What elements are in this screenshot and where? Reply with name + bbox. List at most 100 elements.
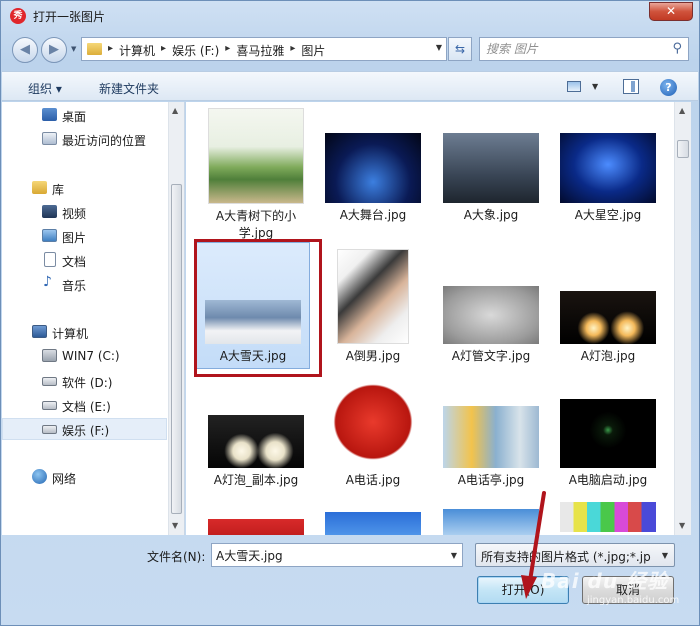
nav-item-videos[interactable]: 视频 [2,201,167,223]
help-button[interactable]: ? [660,79,677,96]
file-name: A大舞台.jpg [339,208,407,222]
file-tile[interactable]: A大青树下的小 学.jpg [200,108,312,242]
nav-item-libraries[interactable]: 库 [2,177,167,199]
breadcrumb-separator-icon[interactable]: ▸ [290,42,295,59]
refresh-button[interactable]: ⇆ [448,37,472,61]
nav-item-label: 文档 (E:) [62,400,111,414]
nav-item-network[interactable]: 网络 [2,466,167,488]
file-tile[interactable]: A大象.jpg [435,133,547,224]
nav-item-music[interactable]: ♪ 音乐 [2,273,167,295]
file-thumbnail [337,249,409,344]
file-tile[interactable]: A倒男.jpg [317,249,429,365]
file-name: A灯泡_副本.jpg [213,473,299,487]
file-name: A灯管文字.jpg [451,349,531,363]
command-toolbar: 组织 ▾ 新建文件夹 ▼ ? [2,71,698,101]
nav-item-drive-c[interactable]: WIN7 (C:) [2,345,167,367]
nav-pane-scrollbar[interactable]: ▲ ▼ [168,102,184,535]
file-tile[interactable] [435,509,547,535]
nav-item-label: 图片 [62,231,87,245]
scrollbar-thumb[interactable] [171,184,182,514]
file-type-filter[interactable]: 所有支持的图片格式 (*.jpg;*.jp ▼ [475,543,675,567]
desktop-icon [42,108,57,121]
navigation-pane: 桌面 最近访问的位置 库 视频 图片 文档 ♪ 音乐 计算机 WIN7 (C:)… [2,102,185,535]
new-folder-button[interactable]: 新建文件夹 [99,80,159,97]
file-thumbnail [443,286,539,344]
file-name: A大青树下的小 学.jpg [215,209,297,240]
nav-item-label: 最近访问的位置 [62,134,147,148]
libraries-folder-icon [32,181,47,194]
scrollbar-thumb[interactable] [677,140,689,158]
filename-field[interactable] [216,547,436,563]
nav-item-drive-f[interactable]: 娱乐 (F:) [2,418,167,440]
close-button[interactable]: ✕ [649,2,693,21]
change-view-icon[interactable] [567,81,581,92]
file-thumbnail [208,415,304,468]
nav-item-pictures[interactable]: 图片 [2,225,167,247]
search-box[interactable]: ⚲ [479,37,689,61]
address-bar[interactable]: ▸ 计算机 ▸ 娱乐 (F:) ▸ 喜马拉雅 ▸ 图片 ▼ [81,37,447,61]
filter-dropdown-icon[interactable]: ▼ [662,551,668,560]
file-tile[interactable]: A电话.jpg [317,376,429,489]
breadcrumb-himalaya[interactable]: 喜马拉雅 [236,42,284,59]
file-tile[interactable]: A灯泡.jpg [552,291,664,365]
window-title: 打开一张图片 [33,10,106,24]
file-list-scrollbar[interactable]: ▲ ▼ [674,102,691,535]
file-thumbnail [560,291,656,344]
forward-arrow-icon: ▶ [49,42,59,57]
back-button[interactable]: ◀ [12,37,38,63]
file-tile[interactable] [552,502,664,532]
file-name: A大象.jpg [463,208,519,222]
filename-dropdown-icon[interactable]: ▼ [451,551,457,560]
nav-item-computer[interactable]: 计算机 [2,321,167,343]
file-name: A电脑启动.jpg [568,473,648,487]
scroll-down-icon[interactable]: ▼ [679,521,685,530]
nav-item-label: 音乐 [62,279,87,293]
nav-item-label: 娱乐 (F:) [62,424,110,438]
nav-item-label: 文档 [62,255,87,269]
file-thumbnail [560,399,656,468]
nav-item-recent-places[interactable]: 最近访问的位置 [2,128,167,150]
address-history-dropdown[interactable]: ▼ [436,43,442,52]
title-bar: 秀 打开一张图片 ✕ [1,1,699,31]
drive-icon [42,377,57,386]
file-tile[interactable]: A电话亭.jpg [435,406,547,489]
scroll-down-icon[interactable]: ▼ [172,521,178,530]
breadcrumb-pictures[interactable]: 图片 [301,42,325,59]
baidu-watermark-url: jingyan.baidu.com [587,595,680,606]
recent-pages-dropdown[interactable]: ▼ [71,45,76,53]
organize-menu[interactable]: 组织 ▾ [28,80,62,97]
folder-icon [87,43,102,55]
scroll-up-icon[interactable]: ▲ [172,106,178,115]
file-tile[interactable]: A灯管文字.jpg [435,286,547,365]
file-tile[interactable]: A灯泡_副本.jpg [200,415,312,489]
breadcrumb-drive-f[interactable]: 娱乐 (F:) [172,42,219,59]
search-icon[interactable]: ⚲ [672,41,682,56]
system-drive-icon [42,349,57,362]
breadcrumb-separator-icon[interactable]: ▸ [108,42,113,59]
nav-item-documents[interactable]: 文档 [2,249,167,271]
nav-item-label: 桌面 [62,110,87,124]
forward-button[interactable]: ▶ [41,37,67,63]
scroll-up-icon[interactable]: ▲ [679,106,685,115]
nav-item-desktop[interactable]: 桌面 [2,104,167,126]
nav-item-drive-e[interactable]: 文档 (E:) [2,394,167,416]
file-tile[interactable] [200,519,312,535]
file-tile[interactable]: A电脑启动.jpg [552,399,664,489]
view-options-dropdown[interactable]: ▼ [592,82,598,91]
filename-combobox[interactable]: ▼ [211,543,463,567]
file-thumbnail [560,502,656,532]
breadcrumb-separator-icon[interactable]: ▸ [161,42,166,59]
file-tile[interactable]: A大星空.jpg [552,133,664,224]
file-tile[interactable] [317,512,429,535]
breadcrumb-computer[interactable]: 计算机 [119,42,155,59]
file-tile[interactable]: A大舞台.jpg [317,133,429,224]
breadcrumb-separator-icon[interactable]: ▸ [225,42,230,59]
search-input[interactable] [486,41,656,57]
file-thumbnail [443,509,539,535]
computer-icon [32,325,47,338]
music-note-icon: ♪ [43,274,52,290]
file-name: A大星空.jpg [574,208,642,222]
nav-item-drive-d[interactable]: 软件 (D:) [2,370,167,392]
refresh-icon: ⇆ [454,42,466,56]
preview-pane-icon[interactable] [623,79,639,94]
